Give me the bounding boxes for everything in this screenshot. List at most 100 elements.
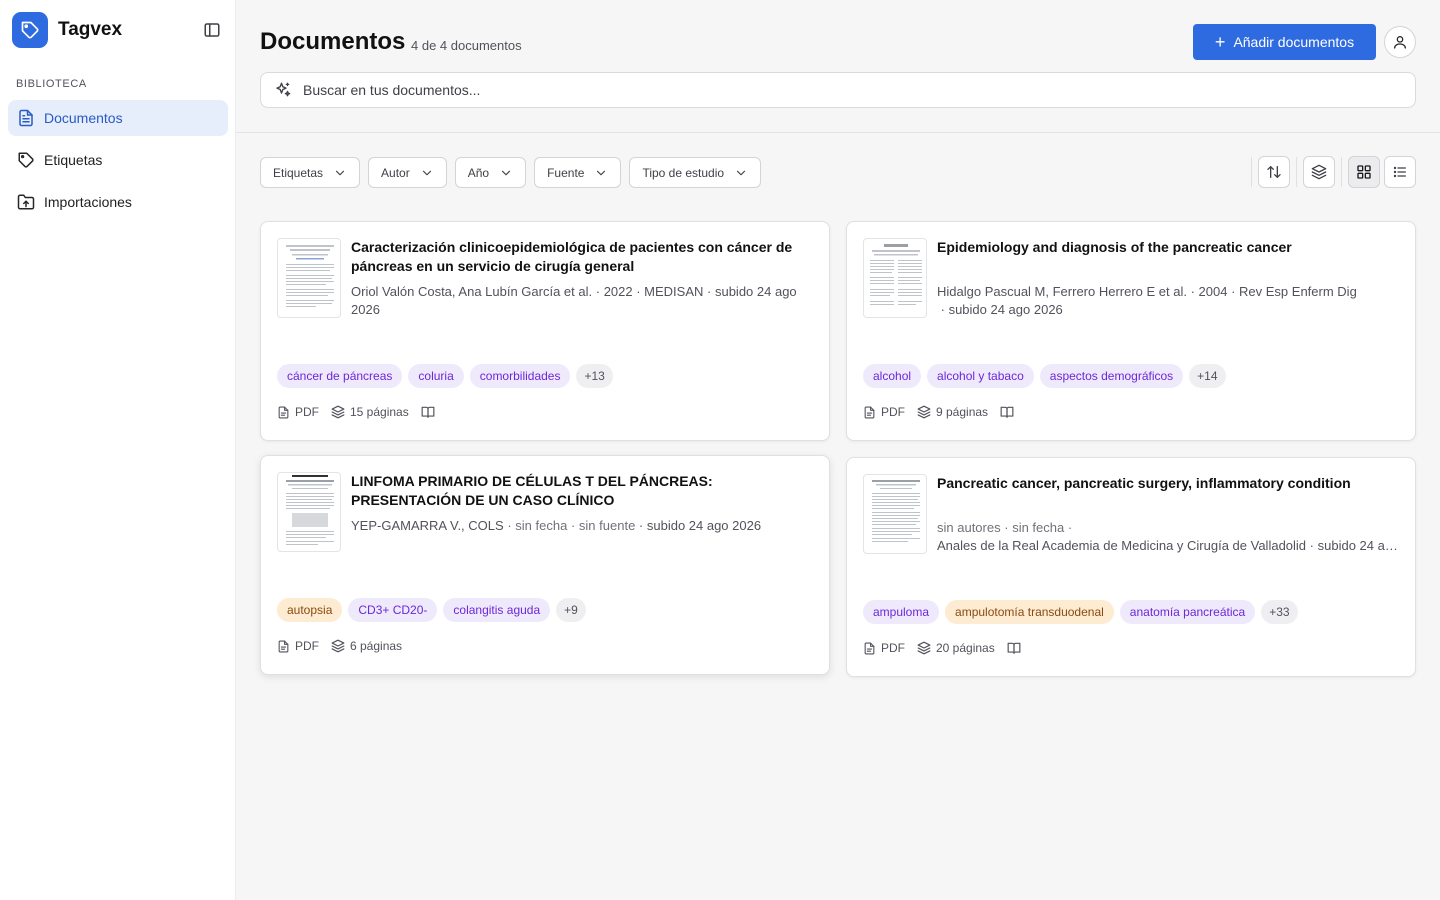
- pages-label: 20 páginas: [936, 641, 995, 655]
- layers-icon: [331, 639, 345, 653]
- layers-icon: [331, 405, 345, 419]
- document-card[interactable]: Epidemiology and diagnosis of the pancre…: [846, 221, 1416, 441]
- book-open-icon[interactable]: [421, 405, 435, 419]
- document-footer: PDF 20 páginas: [863, 641, 1021, 655]
- document-year: 2022: [603, 284, 633, 299]
- sidebar-item-importaciones[interactable]: Importaciones: [8, 184, 228, 220]
- document-card[interactable]: LINFOMA PRIMARIO DE CÉLULAS T DEL PÁNCRE…: [260, 455, 830, 675]
- format-label: PDF: [881, 641, 905, 655]
- document-meta: YEP-GAMARRA V., COLS · sin fecha · sin f…: [351, 518, 762, 533]
- document-title[interactable]: Caracterización clinicoepidemiológica de…: [351, 238, 815, 276]
- sparkles-icon: [273, 80, 293, 100]
- document-count: 4 de 4 documentos: [411, 38, 522, 53]
- document-authors: Oriol Valón Costa, Ana Lubín García et a…: [351, 284, 593, 299]
- document-uploaded: subido 24 ago 2026: [646, 518, 762, 533]
- file-icon: [278, 406, 289, 418]
- sidebar-item-etiquetas[interactable]: Etiquetas: [8, 142, 228, 178]
- document-source: Anales de la Real Academia de Medicina y…: [937, 538, 1307, 553]
- group-button[interactable]: [1303, 156, 1335, 188]
- format-info: PDF: [277, 405, 319, 419]
- tag-chip[interactable]: alcohol y tabaco: [927, 364, 1034, 388]
- tag-chip[interactable]: ampuloma: [863, 600, 940, 624]
- sidebar-nav: Documentos Etiquetas Importaciones: [8, 100, 228, 226]
- document-thumbnail: [863, 474, 927, 554]
- more-tags-chip[interactable]: +9: [556, 598, 586, 622]
- page-title: Documentos: [260, 28, 406, 55]
- header-divider: [236, 132, 1440, 133]
- document-title[interactable]: Epidemiology and diagnosis of the pancre…: [937, 238, 1401, 257]
- tag-list: autopsia CD3+ CD20- colangitis aguda +9: [277, 598, 586, 622]
- chevron-down-icon: [734, 166, 748, 180]
- plus-icon: +: [1214, 32, 1226, 52]
- list-view-button[interactable]: [1384, 156, 1416, 188]
- document-footer: PDF 9 páginas: [863, 405, 1014, 419]
- document-title[interactable]: LINFOMA PRIMARIO DE CÉLULAS T DEL PÁNCRE…: [351, 472, 815, 510]
- tool-separator: [1296, 157, 1297, 187]
- sidebar-item-documentos[interactable]: Documentos: [8, 100, 228, 136]
- file-icon: [864, 406, 875, 418]
- tag-chip[interactable]: comorbilidades: [469, 364, 571, 388]
- tool-separator: [1341, 157, 1342, 187]
- tag-chip[interactable]: coluria: [408, 364, 464, 388]
- search-bar: [260, 72, 1416, 108]
- tag-chip[interactable]: autopsia: [277, 598, 343, 622]
- document-card[interactable]: Caracterización clinicoepidemiológica de…: [260, 221, 830, 441]
- more-tags-chip[interactable]: +33: [1261, 600, 1298, 624]
- more-tags-chip[interactable]: +14: [1189, 364, 1226, 388]
- document-authors: Hidalgo Pascual M, Ferrero Herrero E et …: [937, 284, 1187, 299]
- tag-chip[interactable]: cáncer de páncreas: [277, 364, 403, 388]
- document-title[interactable]: Pancreatic cancer, pancreatic surgery, i…: [937, 474, 1401, 493]
- grid-icon: [1357, 165, 1371, 179]
- book-open-icon[interactable]: [1000, 405, 1014, 419]
- document-card[interactable]: Pancreatic cancer, pancreatic surgery, i…: [846, 457, 1416, 677]
- add-documents-label: Añadir documentos: [1233, 34, 1355, 50]
- filter-label: Fuente: [547, 165, 585, 180]
- document-thumbnail: [277, 472, 341, 552]
- filter-label: Etiquetas: [273, 165, 324, 180]
- tag-chip[interactable]: ampulotomía transduodenal: [945, 600, 1114, 624]
- add-documents-button[interactable]: + Añadir documentos: [1193, 24, 1376, 60]
- brand[interactable]: Tagvex: [12, 12, 122, 48]
- user-menu-button[interactable]: [1384, 26, 1416, 58]
- document-source: Rev Esp Enferm Dig: [1239, 284, 1357, 299]
- user-icon: [1394, 36, 1406, 49]
- more-tags-chip[interactable]: +13: [576, 364, 613, 388]
- tag-chip[interactable]: aspectos demográficos: [1039, 364, 1184, 388]
- document-meta: Hidalgo Pascual M, Ferrero Herrero E et …: [937, 284, 1357, 317]
- pages-info: 20 páginas: [917, 641, 995, 655]
- pages-info: 6 páginas: [331, 639, 402, 653]
- search-input[interactable]: [303, 82, 1383, 98]
- document-meta: sin autores · sin fecha · Anales de la R…: [937, 519, 1401, 555]
- sidebar-toggle-icon[interactable]: [200, 18, 224, 42]
- pages-info: 9 páginas: [917, 405, 988, 419]
- filter-tipo-de-estudio[interactable]: Tipo de estudio: [629, 157, 762, 188]
- document-uploaded: subido 24 ago 2026: [1317, 538, 1401, 553]
- layers-icon: [917, 405, 931, 419]
- tag-list: cáncer de páncreas coluria comorbilidade…: [277, 364, 613, 388]
- sidebar-item-label: Importaciones: [44, 194, 132, 210]
- filter-label: Autor: [381, 165, 410, 180]
- format-label: PDF: [295, 639, 319, 653]
- grid-view-button[interactable]: [1348, 156, 1380, 188]
- tag-chip[interactable]: alcohol: [863, 364, 922, 388]
- filter-etiquetas[interactable]: Etiquetas: [260, 157, 361, 188]
- format-label: PDF: [295, 405, 319, 419]
- filter-ano[interactable]: Año: [454, 157, 527, 188]
- pages-label: 9 páginas: [936, 405, 989, 419]
- document-authors: sin autores: [937, 520, 1001, 535]
- tool-separator: [1251, 157, 1252, 187]
- folder-upload-icon: [16, 192, 36, 212]
- chevron-down-icon: [594, 166, 608, 180]
- filter-autor[interactable]: Autor: [368, 157, 447, 188]
- filter-fuente[interactable]: Fuente: [534, 157, 622, 188]
- tag-chip[interactable]: colangitis aguda: [443, 598, 551, 622]
- tag-chip[interactable]: anatomía pancreática: [1119, 600, 1256, 624]
- file-text-icon: [16, 108, 36, 128]
- tag-chip[interactable]: CD3+ CD20-: [348, 598, 438, 622]
- app-name: Tagvex: [58, 19, 123, 40]
- chevron-down-icon: [499, 166, 513, 180]
- book-open-icon[interactable]: [1007, 641, 1021, 655]
- document-footer: PDF 6 páginas: [277, 639, 414, 653]
- sidebar-section-label: BIBLIOTECA: [16, 78, 87, 90]
- sort-button[interactable]: [1258, 156, 1290, 188]
